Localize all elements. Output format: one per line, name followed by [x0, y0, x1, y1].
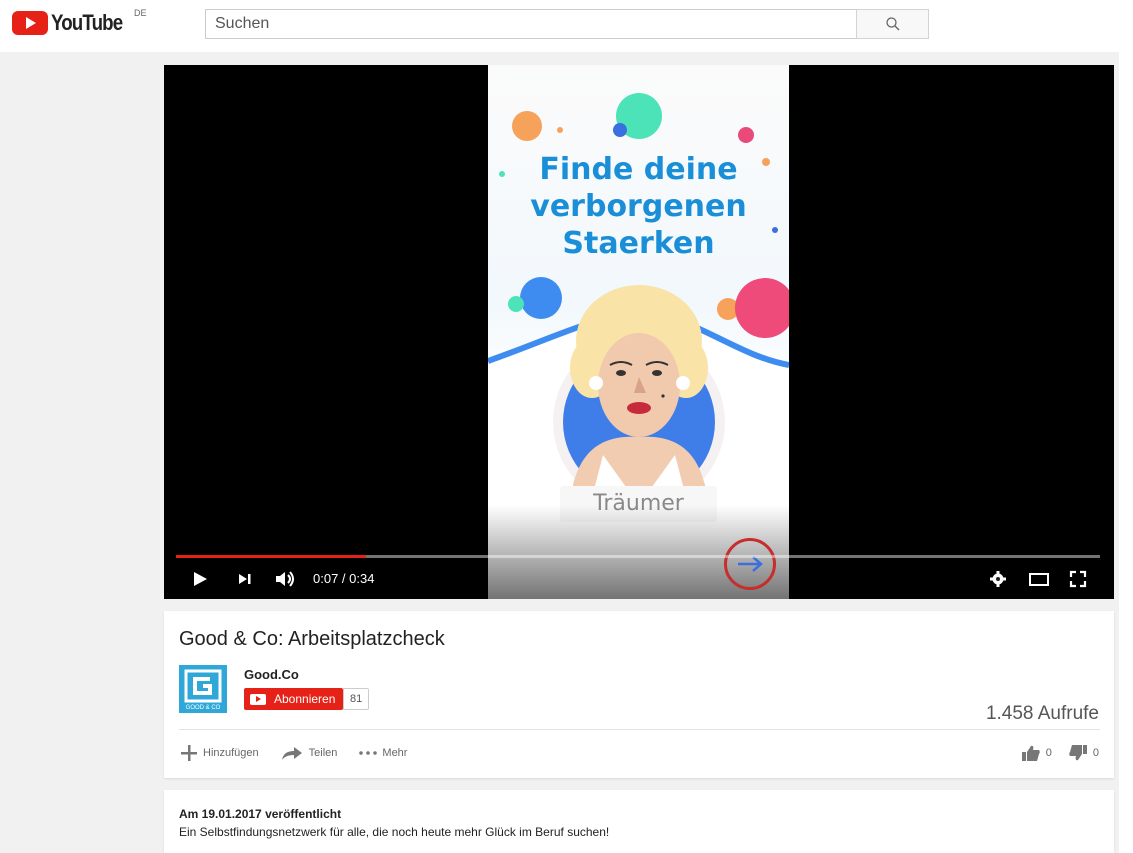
arrow-right-icon [738, 556, 763, 572]
settings-button[interactable] [989, 565, 1007, 593]
add-to-label: Hinzufügen [203, 747, 259, 759]
like-count: 0 [1045, 747, 1052, 759]
video-headline: Finde deine verborgenen Staerken [488, 151, 789, 262]
play-icon [194, 572, 207, 586]
dislike-count: 0 [1092, 747, 1099, 759]
channel-name[interactable]: Good.Co [244, 667, 299, 682]
volume-icon [276, 571, 294, 587]
share-icon [281, 747, 302, 760]
thumbs-up-icon [1021, 745, 1040, 761]
more-button[interactable]: Mehr [359, 747, 407, 759]
search-input[interactable] [206, 10, 856, 38]
gear-icon [990, 571, 1006, 587]
like-button[interactable]: 0 [1021, 744, 1052, 762]
share-button[interactable]: Teilen [281, 745, 338, 761]
action-bar: Hinzufügen Teilen Mehr [179, 742, 429, 764]
plus-icon [181, 745, 197, 761]
more-horiz-icon [359, 751, 378, 755]
subscribe-label: Abonnieren [274, 692, 336, 706]
publish-date: Am 19.01.2017 veröffentlicht [179, 807, 342, 821]
headline-line: verborgenen [530, 189, 747, 224]
controls-gradient [164, 505, 1114, 599]
theater-mode-button[interactable] [1028, 565, 1050, 593]
time-display: 0:07 / 0:34 [313, 571, 375, 586]
avatar-caption: GOOD & CO [185, 705, 221, 711]
next-button[interactable] [236, 565, 254, 593]
volume-button[interactable] [274, 565, 298, 593]
dislike-button[interactable]: 0 [1068, 744, 1099, 762]
search-box [205, 9, 857, 39]
progress-bar[interactable] [176, 555, 1100, 558]
channel-avatar[interactable]: GOOD & CO [179, 665, 227, 713]
video-player[interactable]: Finde deine verborgenen Staerken Träumer… [164, 65, 1114, 599]
subscribe-button[interactable]: Abonnieren [244, 688, 344, 710]
fullscreen-icon [1069, 570, 1087, 588]
progress-played [176, 555, 367, 558]
search-icon [885, 17, 900, 31]
scroll-track[interactable] [1119, 52, 1133, 853]
video-info-card: Good & Co: Arbeitsplatzcheck GOOD & CO G… [164, 611, 1114, 778]
fullscreen-button[interactable] [1068, 565, 1088, 593]
description-text: Ein Selbstfindungsnetzwerk für alle, die… [179, 825, 610, 839]
subscriber-count: 81 [343, 688, 370, 710]
view-count: 1.458 Aufrufe [985, 703, 1099, 724]
add-to-button[interactable]: Hinzufügen [179, 743, 259, 763]
play-button[interactable] [190, 565, 210, 593]
youtube-logo[interactable]: YouTube DE [12, 8, 147, 36]
next-arrow-button[interactable] [724, 538, 776, 590]
skip-next-icon [239, 574, 251, 584]
rating-bar: 0 0 [1021, 742, 1099, 764]
logo-text: YouTube [51, 10, 123, 35]
video-title: Good & Co: Arbeitsplatzcheck [179, 628, 445, 650]
description-card: Am 19.01.2017 veröffentlicht Ein Selbstf… [164, 790, 1114, 853]
divider [179, 729, 1100, 730]
share-label: Teilen [308, 747, 338, 759]
more-label: Mehr [382, 747, 408, 759]
youtube-play-icon [250, 693, 266, 705]
youtube-play-icon [12, 11, 48, 35]
headline-line: Finde deine [539, 152, 738, 187]
masthead: YouTube DE [0, 0, 1133, 52]
theater-icon [1029, 573, 1049, 586]
thumbs-down-icon [1069, 745, 1087, 761]
search-button[interactable] [856, 9, 929, 39]
region-label: DE [134, 8, 147, 18]
headline-line: Staerken [562, 226, 715, 261]
